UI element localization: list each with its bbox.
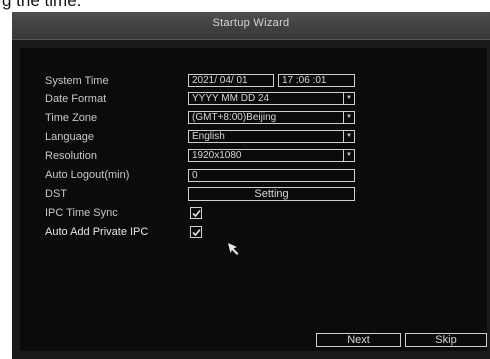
dst-label: DST [45,188,67,200]
auto-add-ipc-label: Auto Add Private IPC [45,226,149,238]
language-value: English [192,131,225,142]
dst-setting-button[interactable]: Setting [188,187,355,201]
resolution-select[interactable]: 1920x1080 ▼ [188,149,355,162]
time-zone-label: Time Zone [45,112,98,124]
next-button[interactable]: Next [316,333,401,347]
ipc-time-sync-checkbox[interactable] [190,207,202,219]
ipc-time-sync-label: IPC Time Sync [45,207,118,219]
chevron-down-icon[interactable]: ▼ [343,131,354,142]
system-date-field[interactable]: 2021/ 04/ 01 [188,74,274,87]
time-zone-select[interactable]: (GMT+8:00)Beijing ▼ [188,111,355,124]
auto-logout-input[interactable]: 0 [188,169,355,182]
title-bar: Startup Wizard [12,12,490,40]
mouse-pointer-icon [228,243,239,255]
wizard-panel: System Time 2021/ 04/ 01 17 :06 :01 Date… [20,48,487,351]
startup-wizard-window: Startup Wizard System Time 2021/ 04/ 01 … [12,12,490,359]
date-format-value: YYYY MM DD 24 [192,93,270,104]
caption-text: g the time. [2,0,82,10]
date-format-select[interactable]: YYYY MM DD 24 ▼ [188,92,355,105]
checkmark-icon [192,209,201,218]
caption-text-fragment: g the time. [0,0,490,12]
chevron-down-icon[interactable]: ▼ [343,112,354,123]
checkmark-icon [192,228,201,237]
system-time-field[interactable]: 17 :06 :01 [278,74,355,87]
system-time-label: System Time [45,75,109,87]
date-format-label: Date Format [45,93,107,105]
language-select[interactable]: English ▼ [188,130,355,143]
resolution-value: 1920x1080 [192,150,242,161]
auto-logout-label: Auto Logout(min) [45,169,130,181]
chevron-down-icon[interactable]: ▼ [343,93,354,104]
auto-add-ipc-checkbox[interactable] [190,226,202,238]
chevron-down-icon[interactable]: ▼ [343,150,354,161]
time-zone-value: (GMT+8:00)Beijing [192,112,277,123]
window-title: Startup Wizard [212,17,290,29]
language-label: Language [45,131,94,143]
resolution-label: Resolution [45,150,97,162]
skip-button[interactable]: Skip [405,333,487,347]
